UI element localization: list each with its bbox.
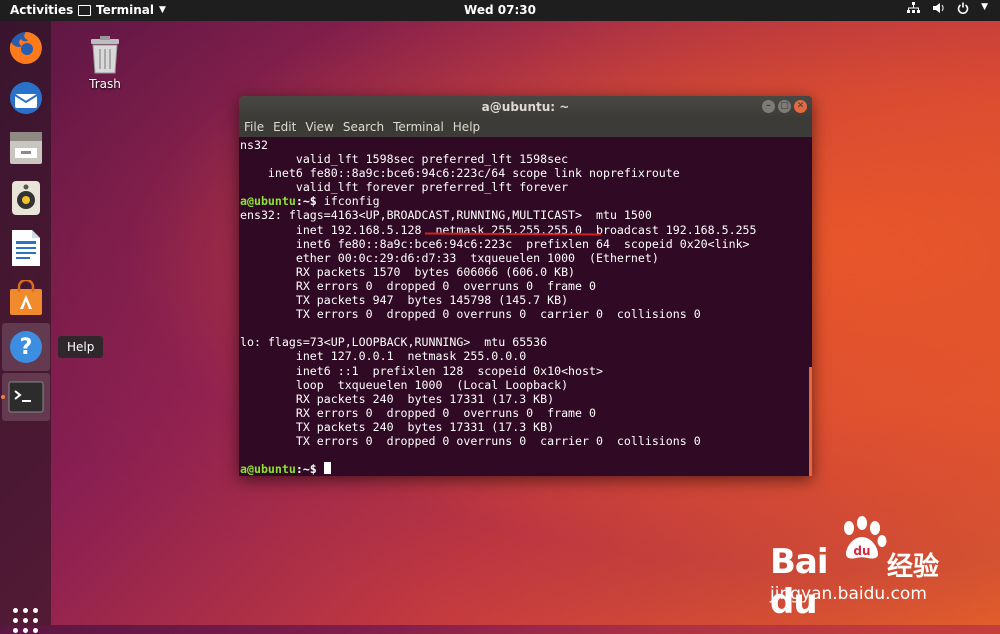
scrollbar[interactable] bbox=[809, 367, 812, 476]
menu-search[interactable]: Search bbox=[343, 118, 384, 137]
output-line: inet 127.0.0.1 netmask 255.0.0.0 bbox=[240, 349, 527, 364]
command-text: ifconfig bbox=[316, 194, 380, 209]
maximize-icon[interactable]: □ bbox=[778, 100, 791, 113]
system-tray[interactable]: ▼ bbox=[907, 2, 988, 18]
show-applications-icon[interactable] bbox=[13, 608, 39, 634]
output-line: lo: flags=73<UP,LOOPBACK,RUNNING> mtu 65… bbox=[240, 335, 548, 350]
terminal-output[interactable]: ns32 valid_lft 1598sec preferred_lft 159… bbox=[239, 137, 812, 476]
dock-files[interactable] bbox=[2, 124, 50, 172]
menu-file[interactable]: File bbox=[244, 118, 264, 137]
prompt-user: a@ubuntu bbox=[240, 462, 296, 476]
dock-help[interactable]: ? bbox=[2, 323, 50, 371]
top-bar: Activities Terminal ▼ Wed 07:30 ▼ bbox=[0, 0, 1000, 21]
terminal-line: ns32 bbox=[240, 138, 268, 152]
dock-firefox[interactable] bbox=[2, 24, 50, 72]
output-line: loop txqueuelen 1000 (Local Loopback) bbox=[240, 377, 569, 392]
terminal-window[interactable]: a@ubuntu: ~ – □ ✕ File Edit View Search … bbox=[239, 96, 812, 476]
output-line: RX packets 240 bytes 17331 (17.3 KB) bbox=[240, 391, 555, 406]
output-line: inet6 fe80::8a9c:bce6:94c6:223c prefixle… bbox=[240, 236, 750, 251]
thunderbird-icon bbox=[10, 82, 42, 114]
window-titlebar[interactable]: a@ubuntu: ~ – □ ✕ bbox=[239, 96, 812, 118]
dock-software[interactable] bbox=[2, 274, 50, 322]
speaker-icon bbox=[12, 181, 40, 215]
desktop-trash[interactable]: Trash bbox=[82, 36, 128, 91]
terminal-line: inet6 fe80::8a9c:bce6:94c6:223c/64 scope… bbox=[240, 166, 680, 181]
terminal-icon bbox=[8, 381, 44, 413]
output-line: TX packets 947 bytes 145798 (145.7 KB) bbox=[240, 293, 569, 308]
dock-terminal[interactable] bbox=[1, 373, 50, 421]
output-line: ether 00:0c:29:d6:d7:33 txqueuelen 1000 … bbox=[240, 250, 659, 265]
menu-edit[interactable]: Edit bbox=[273, 118, 296, 137]
prompt-path: :~$ bbox=[295, 462, 324, 476]
power-icon bbox=[957, 2, 969, 18]
firefox-icon bbox=[9, 32, 42, 64]
output-line: inet6 ::1 prefixlen 128 scopeid 0x10<hos… bbox=[240, 363, 603, 378]
menu-terminal[interactable]: Terminal bbox=[393, 118, 444, 137]
terminal-text: ns32 valid_lft 1598sec preferred_lft 159… bbox=[240, 138, 812, 476]
running-indicator bbox=[1, 395, 5, 399]
menu-help[interactable]: Help bbox=[453, 118, 480, 137]
terminal-line: valid_lft forever preferred_lft forever bbox=[240, 180, 569, 195]
document-icon bbox=[12, 230, 40, 266]
svg-text:du: du bbox=[853, 544, 870, 558]
minimize-icon[interactable]: – bbox=[762, 100, 775, 113]
dock-writer[interactable] bbox=[2, 224, 50, 272]
output-line: RX errors 0 dropped 0 overruns 0 frame 0 bbox=[240, 405, 596, 420]
dock-thunderbird[interactable] bbox=[2, 74, 50, 122]
terminal-line: valid_lft 1598sec preferred_lft 1598sec bbox=[240, 152, 569, 167]
menu-bar: File Edit View Search Terminal Help bbox=[239, 118, 812, 137]
watermark-url: jingyan.baidu.com bbox=[770, 584, 927, 604]
window-controls: – □ ✕ bbox=[762, 100, 807, 113]
watermark-cn: 经验 bbox=[887, 552, 940, 582]
clock[interactable]: Wed 07:30 bbox=[0, 3, 1000, 17]
dock-tooltip: Help bbox=[58, 336, 104, 358]
file-cabinet-icon bbox=[10, 132, 42, 164]
trash-label: Trash bbox=[89, 77, 121, 91]
dock-rhythmbox[interactable] bbox=[2, 174, 50, 222]
prompt-user: a@ubuntu bbox=[240, 194, 296, 209]
close-icon[interactable]: ✕ bbox=[794, 100, 807, 113]
output-line: ens32: flags=4163<UP,BROADCAST,RUNNING,M… bbox=[240, 208, 652, 223]
menu-view[interactable]: View bbox=[305, 118, 333, 137]
dock: ? bbox=[0, 21, 51, 633]
paw-logo-icon: du bbox=[844, 516, 887, 559]
window-title: a@ubuntu: ~ bbox=[481, 100, 570, 114]
shopping-bag-icon bbox=[10, 280, 42, 315]
trash-icon bbox=[91, 36, 119, 74]
output-line: TX errors 0 dropped 0 overruns 0 carrier… bbox=[240, 433, 701, 448]
caret-down-icon: ▼ bbox=[981, 2, 988, 12]
output-line: TX packets 240 bytes 17331 (17.3 KB) bbox=[240, 419, 555, 434]
output-line: TX errors 0 dropped 0 overruns 0 carrier… bbox=[240, 307, 701, 322]
svg-text:?: ? bbox=[20, 335, 33, 360]
prompt-path: :~$ bbox=[295, 194, 317, 209]
output-line: RX errors 0 dropped 0 overruns 0 frame 0 bbox=[240, 278, 596, 293]
network-icon bbox=[907, 2, 921, 18]
help-icon: ? bbox=[10, 331, 42, 363]
watermark-logo: Bai du bbox=[770, 542, 829, 622]
text-cursor bbox=[323, 462, 331, 475]
volume-icon bbox=[932, 2, 945, 18]
output-line: RX packets 1570 bytes 606066 (606.0 KB) bbox=[240, 264, 576, 279]
